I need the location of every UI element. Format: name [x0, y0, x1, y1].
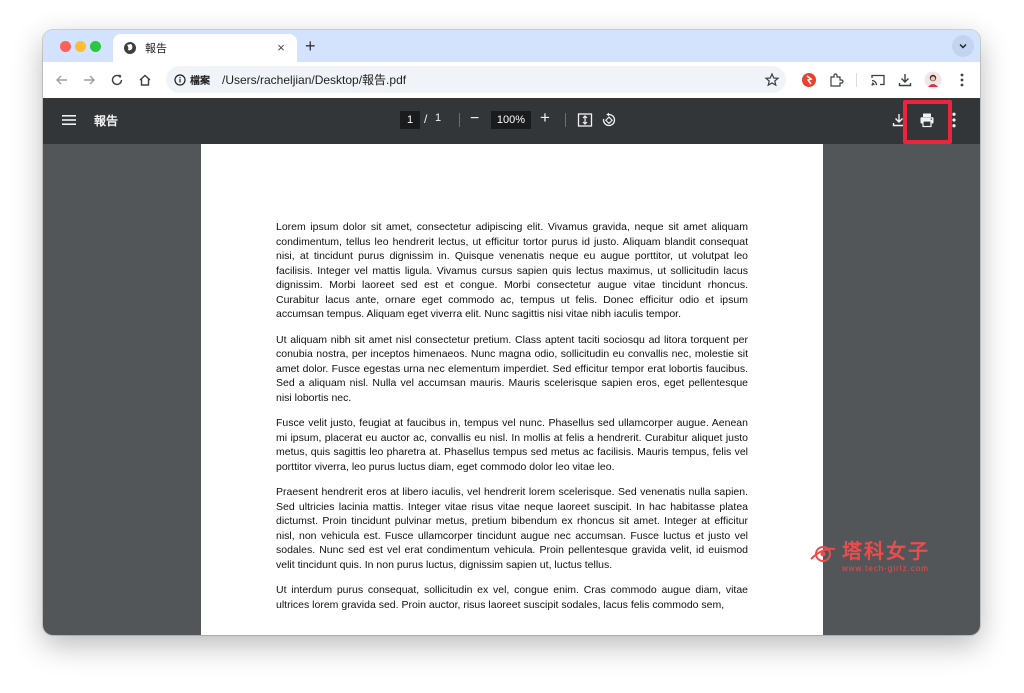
- forward-arrow-icon[interactable]: [80, 71, 98, 89]
- bookmark-star-icon[interactable]: [764, 72, 780, 88]
- tab-active[interactable]: 報告 ×: [113, 34, 297, 62]
- pdf-toolbar: 報告 1 / 1 − 100% +: [43, 98, 980, 144]
- zoom-in-button[interactable]: +: [540, 108, 550, 128]
- home-icon[interactable]: [136, 71, 154, 89]
- chevron-down-icon: [959, 44, 967, 49]
- watermark-title: 塔科女子: [842, 539, 930, 563]
- tab-search-button[interactable]: [952, 35, 974, 57]
- browser-toolbar: 檔案 /Users/racheljian/Desktop/報告.pdf: [43, 62, 980, 98]
- document-title: 報告: [94, 114, 119, 128]
- pdf-document-area[interactable]: Lorem ipsum dolor sit amet, consectetur …: [43, 144, 980, 635]
- paragraph: Lorem ipsum dolor sit amet, consectetur …: [276, 221, 748, 320]
- tab-strip: 報告 × +: [43, 30, 980, 62]
- paragraph: Fusce velit justo, feugiat at faucibus i…: [276, 417, 748, 473]
- globe-icon: [123, 41, 137, 55]
- page-separator: /: [424, 112, 428, 126]
- rotate-icon[interactable]: [601, 112, 617, 128]
- back-arrow-icon[interactable]: [53, 71, 71, 89]
- extension-red-icon[interactable]: [800, 71, 818, 89]
- pdf-toolbar-divider: [565, 113, 566, 127]
- more-vertical-icon[interactable]: [953, 71, 971, 89]
- watermark-url: www.tech-girlz.com: [842, 564, 929, 573]
- toolbar-divider: [856, 73, 857, 87]
- pdf-toolbar-divider: [459, 113, 460, 127]
- minimize-window-button[interactable]: [75, 41, 86, 52]
- cast-icon[interactable]: [869, 71, 887, 89]
- page-total: 1: [435, 112, 442, 124]
- paragraph: Ut interdum purus consequat, sollicitudi…: [276, 584, 748, 611]
- menu-icon[interactable]: [62, 113, 76, 127]
- zoom-level-input[interactable]: 100%: [491, 111, 531, 129]
- new-tab-button[interactable]: +: [305, 36, 316, 56]
- pdf-page: Lorem ipsum dolor sit amet, consectetur …: [201, 144, 823, 635]
- tab-close-icon[interactable]: ×: [273, 40, 289, 56]
- puzzle-extensions-icon[interactable]: [827, 71, 845, 89]
- address-bar[interactable]: 檔案 /Users/racheljian/Desktop/報告.pdf: [166, 66, 786, 93]
- watermark-logo-icon: [810, 546, 836, 562]
- profile-avatar-icon[interactable]: [924, 71, 942, 89]
- fullscreen-window-button[interactable]: [90, 41, 101, 52]
- close-window-button[interactable]: [60, 41, 71, 52]
- page-number-input[interactable]: 1: [400, 111, 420, 129]
- print-highlight-box: [903, 100, 952, 144]
- site-chip-label[interactable]: 檔案: [190, 72, 210, 87]
- paragraph: Ut aliquam nibh sit amet nisl consectetu…: [276, 333, 748, 404]
- browser-window: 報告 × + 檔案 /Users/racheljian/Desktop/報告.p…: [43, 30, 980, 635]
- info-icon[interactable]: [174, 73, 186, 86]
- fit-page-icon[interactable]: [577, 112, 593, 128]
- download-icon[interactable]: [896, 71, 914, 89]
- url-text[interactable]: /Users/racheljian/Desktop/報告.pdf: [222, 71, 764, 88]
- reload-icon[interactable]: [108, 71, 126, 89]
- zoom-out-button[interactable]: −: [470, 109, 479, 129]
- watermark: 塔科女子 www.tech-girlz.com: [808, 535, 930, 573]
- tab-title: 報告: [145, 43, 167, 55]
- paragraph: Praesent hendrerit eros at libero iaculi…: [276, 486, 748, 571]
